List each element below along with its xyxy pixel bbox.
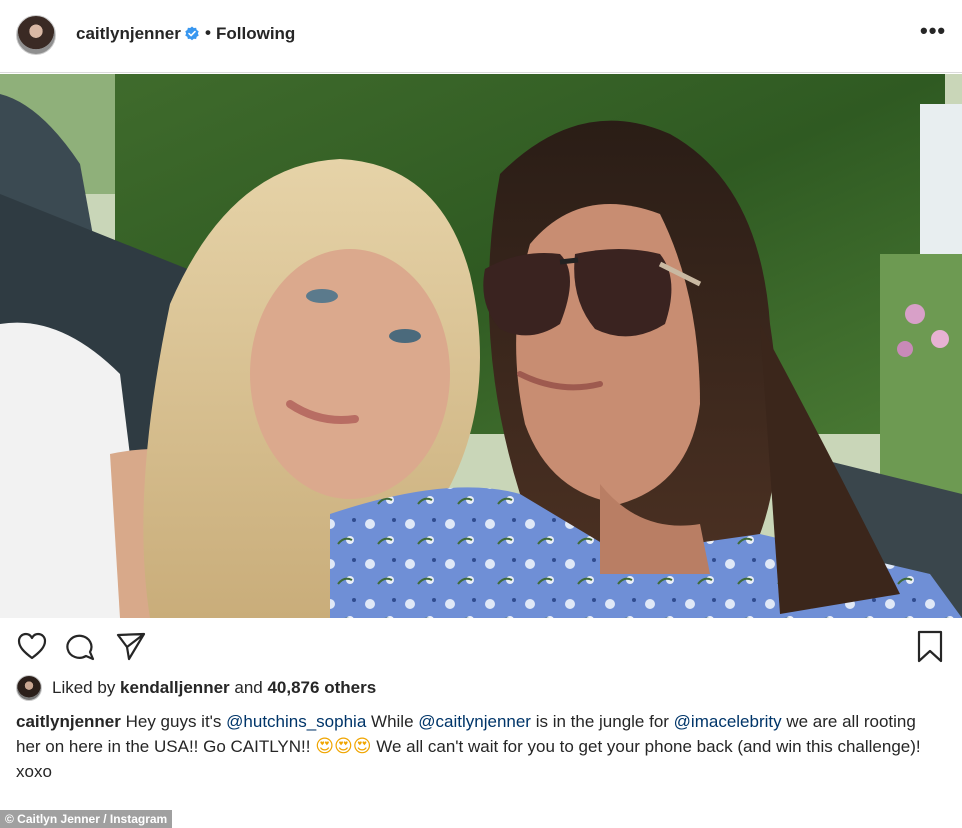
mention-imacelebrity[interactable]: @imacelebrity	[674, 712, 782, 731]
header-separator: •	[205, 23, 211, 42]
likes-row: Liked by kendalljenner and 40,876 others	[16, 674, 376, 702]
likes-prefix: Liked by	[52, 678, 121, 697]
action-bar	[0, 630, 962, 666]
photo-illustration	[0, 74, 962, 618]
bookmark-icon[interactable]	[915, 630, 945, 664]
likes-count[interactable]: 40,876 others	[267, 678, 376, 697]
following-button[interactable]: Following	[216, 24, 295, 44]
share-icon[interactable]	[115, 630, 147, 662]
heart-icon[interactable]	[16, 630, 48, 662]
header-username[interactable]: caitlynjenner	[76, 24, 181, 44]
profile-avatar[interactable]	[16, 15, 56, 55]
liker-username[interactable]: kendalljenner	[120, 678, 230, 697]
verified-badge-icon	[185, 26, 199, 41]
liker-avatar[interactable]	[16, 675, 42, 701]
post-caption: caitlynjenner Hey guys it's @hutchins_so…	[16, 709, 936, 784]
caption-text-3: is in the jungle for	[530, 712, 674, 731]
mention-hutchins-sophia[interactable]: @hutchins_sophia	[226, 712, 366, 731]
more-options-button[interactable]: •••	[920, 18, 946, 44]
post-photo[interactable]	[0, 74, 962, 618]
likes-text: Liked by kendalljenner and 40,876 others	[52, 678, 376, 698]
likes-middle: and	[229, 678, 268, 697]
caption-text-2: While	[366, 712, 419, 731]
heart-eyes-emoji: 😍😍😍	[315, 736, 372, 757]
comment-icon[interactable]	[64, 630, 96, 662]
caption-author[interactable]: caitlynjenner	[16, 712, 121, 731]
photo-credit: © Caitlyn Jenner / Instagram	[0, 810, 173, 828]
caption-text-1: Hey guys it's	[120, 712, 227, 731]
post-header: caitlynjenner • Following •••	[0, 0, 962, 73]
mention-caitlynjenner[interactable]: @caitlynjenner	[418, 712, 531, 731]
